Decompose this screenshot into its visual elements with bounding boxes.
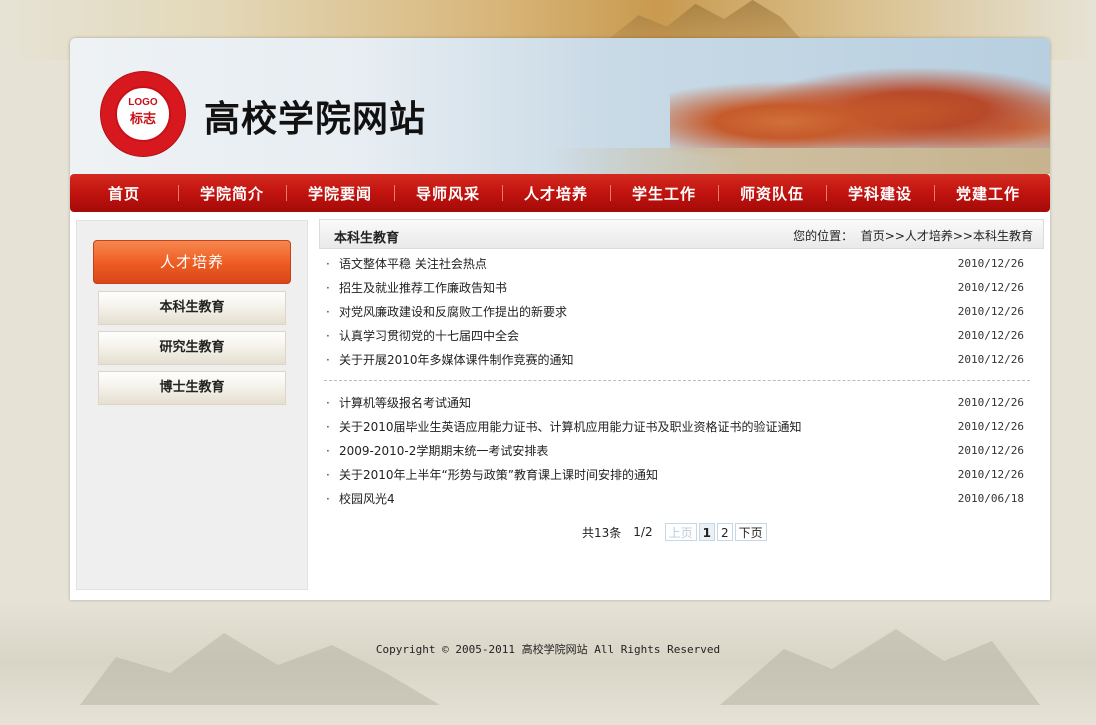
news-item: · 关于开展2010年多媒体课件制作竞赛的通知 2010/12/26: [324, 348, 1030, 372]
news-date: 2010/12/26: [957, 420, 1024, 433]
logo-subtext: 标志: [129, 112, 156, 127]
pagination: 共13条 1/2 上页 1 2 下页: [582, 522, 769, 542]
sidebar-item-graduate[interactable]: 研究生教育: [98, 331, 286, 365]
news-title[interactable]: 关于开展2010年多媒体课件制作竞赛的通知: [339, 348, 574, 372]
bullet-icon: ·: [326, 444, 330, 458]
breadcrumb-path[interactable]: 首页>>人才培养>>本科生教育: [861, 229, 1033, 243]
bullet-icon: ·: [326, 353, 330, 367]
bullet-icon: ·: [326, 492, 330, 506]
nav-item-news[interactable]: 学院要闻: [286, 183, 394, 204]
news-date: 2010/12/26: [957, 305, 1024, 318]
logo-emblem: LOGO 标志: [115, 86, 171, 142]
nav-item-talent[interactable]: 人才培养: [502, 183, 610, 204]
nav-item-party[interactable]: 党建工作: [934, 183, 1042, 204]
news-date: 2010/12/26: [957, 281, 1024, 294]
news-item: · 计算机等级报名考试通知 2010/12/26: [324, 391, 1030, 415]
next-page-button[interactable]: 下页: [734, 523, 767, 541]
great-wall-decoration: [610, 0, 800, 38]
main-nav: 首页 学院简介 学院要闻 导师风采 人才培养 学生工作 师资队伍 学科建设 党建…: [70, 174, 1050, 212]
header-banner-ground: [550, 148, 1050, 174]
content-title: 本科生教育: [334, 231, 400, 246]
site-logo[interactable]: LOGO 标志: [101, 72, 185, 156]
sidebar: 人才培养 本科生教育 研究生教育 博士生教育: [76, 220, 308, 590]
bullet-icon: ·: [326, 305, 330, 319]
content-header: 本科生教育 您的位置： 首页>>人才培养>>本科生教育: [319, 219, 1044, 249]
site-title: 高校学院网站: [204, 99, 427, 140]
bullet-icon: ·: [326, 281, 330, 295]
logo-text: LOGO: [128, 97, 158, 108]
news-item: · 关于2010年上半年“形势与政策”教育课上课时间安排的通知 2010/12/26: [324, 463, 1030, 487]
bullet-icon: ·: [326, 468, 330, 482]
nav-item-tutors[interactable]: 导师风采: [394, 183, 502, 204]
bullet-icon: ·: [326, 396, 330, 410]
main-container: LOGO 标志 高校学院网站 首页 学院简介 学院要闻 导师风采 人才培养 学生…: [70, 38, 1050, 600]
news-item: · 语文整体平稳 关注社会热点 2010/12/26: [324, 252, 1030, 276]
news-item: · 校园风光4 2010/06/18: [324, 487, 1030, 511]
news-date: 2010/12/26: [957, 444, 1024, 457]
breadcrumb: 您的位置： 首页>>人才培养>>本科生教育: [793, 227, 1033, 244]
site-header: LOGO 标志 高校学院网站: [70, 38, 1050, 174]
news-title[interactable]: 语文整体平稳 关注社会热点: [339, 252, 487, 276]
news-title[interactable]: 关于2010届毕业生英语应用能力证书、计算机应用能力证书及职业资格证书的验证通知: [339, 415, 802, 439]
news-title[interactable]: 对党风廉政建设和反腐败工作提出的新要求: [339, 300, 567, 324]
sidebar-title: 人才培养: [93, 240, 291, 284]
nav-item-home[interactable]: 首页: [70, 183, 178, 204]
list-divider: [324, 380, 1030, 381]
news-date: 2010/12/26: [957, 257, 1024, 270]
news-list: · 计算机等级报名考试通知 2010/12/26 · 关于2010届毕业生英语应用能力…: [324, 391, 1030, 511]
news-date: 2010/12/26: [957, 468, 1024, 481]
footer-copyright: Copyright © 2005-2011 高校学院网站 All Rights …: [375, 643, 721, 656]
news-date: 2010/12/26: [957, 329, 1024, 342]
news-title[interactable]: 认真学习贯彻党的十七届四中全会: [339, 324, 519, 348]
page-button-2[interactable]: 2: [716, 523, 733, 541]
location-label: 您的位置：: [793, 229, 854, 243]
bullet-icon: ·: [326, 420, 330, 434]
news-title[interactable]: 关于2010年上半年“形势与政策”教育课上课时间安排的通知: [339, 463, 658, 487]
news-date: 2010/12/26: [957, 353, 1024, 366]
sidebar-item-doctoral[interactable]: 博士生教育: [98, 371, 286, 405]
news-list: · 语文整体平稳 关注社会热点 2010/12/26 · 招生及就业推荐工作廉政告知书…: [324, 252, 1030, 372]
bullet-icon: ·: [326, 257, 330, 271]
pagination-total: 共13条: [582, 525, 622, 540]
page-button-1[interactable]: 1: [698, 523, 715, 541]
news-date: 2010/06/18: [957, 492, 1024, 505]
news-title[interactable]: 招生及就业推荐工作廉政告知书: [339, 276, 507, 300]
pagination-page: 1/2: [633, 525, 653, 539]
news-item: · 认真学习贯彻党的十七届四中全会 2010/12/26: [324, 324, 1030, 348]
news-item: · 2009-2010-2学期期末统一考试安排表 2010/12/26: [324, 439, 1030, 463]
news-item: · 对党风廉政建设和反腐败工作提出的新要求 2010/12/26: [324, 300, 1030, 324]
bullet-icon: ·: [326, 329, 330, 343]
news-item: · 关于2010届毕业生英语应用能力证书、计算机应用能力证书及职业资格证书的验证通…: [324, 415, 1030, 439]
news-title[interactable]: 校园风光4: [339, 487, 395, 511]
nav-item-about[interactable]: 学院简介: [178, 183, 286, 204]
news-item: · 招生及就业推荐工作廉政告知书 2010/12/26: [324, 276, 1030, 300]
nav-item-students[interactable]: 学生工作: [610, 183, 718, 204]
news-title[interactable]: 计算机等级报名考试通知: [339, 391, 471, 415]
news-date: 2010/12/26: [957, 396, 1024, 409]
prev-page-button[interactable]: 上页: [664, 523, 697, 541]
nav-item-disciplines[interactable]: 学科建设: [826, 183, 934, 204]
news-title[interactable]: 2009-2010-2学期期末统一考试安排表: [339, 439, 548, 463]
sidebar-item-undergraduate[interactable]: 本科生教育: [98, 291, 286, 325]
nav-item-faculty[interactable]: 师资队伍: [718, 183, 826, 204]
